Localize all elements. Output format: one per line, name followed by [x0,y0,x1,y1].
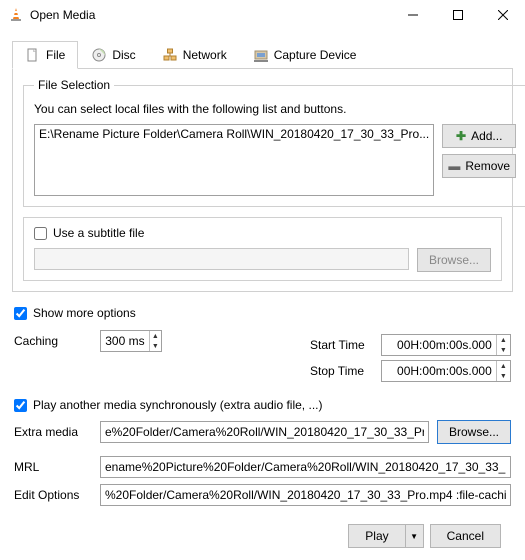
tab-network-label: Network [183,48,227,62]
start-time-label: Start Time [310,338,375,352]
minus-icon: ▬ [448,159,460,173]
file-icon [25,47,41,63]
file-selection-legend: File Selection [34,78,114,92]
subtitle-checkbox-label: Use a subtitle file [53,226,144,240]
stop-time-input[interactable] [382,364,496,378]
tab-disc-label: Disc [112,48,135,62]
stop-time-label: Stop Time [310,364,375,378]
file-list-item[interactable]: E:\Rename Picture Folder\Camera Roll\WIN… [39,127,429,141]
subtitle-browse-label: Browse... [429,253,479,267]
play-button[interactable]: Play [348,524,405,548]
spin-down-icon[interactable]: ▼ [150,341,161,351]
caching-label: Caching [14,334,92,348]
spin-up-icon[interactable]: ▲ [497,361,510,371]
show-more-checkbox-row[interactable]: Show more options [14,306,511,320]
subtitle-checkbox-row[interactable]: Use a subtitle file [34,226,491,240]
edit-options-label: Edit Options [14,488,92,502]
dialog-footer: Play ▼ Cancel [12,512,513,548]
tab-network[interactable]: Network [149,41,240,68]
add-button[interactable]: ✚ Add... [442,124,516,148]
caching-spinner[interactable]: ▲▼ [100,330,162,352]
sync-checkbox-label: Play another media synchronously (extra … [33,398,322,412]
cancel-button-label: Cancel [447,529,484,543]
network-icon [162,47,178,63]
titlebar: Open Media [0,0,525,30]
sync-checkbox[interactable] [14,399,27,412]
show-more-label: Show more options [33,306,136,320]
chevron-down-icon: ▼ [410,532,418,541]
tab-disc[interactable]: Disc [78,41,148,68]
remove-button-label: Remove [465,159,510,173]
tab-file[interactable]: File [12,41,78,69]
file-list[interactable]: E:\Rename Picture Folder\Camera Roll\WIN… [34,124,434,196]
extra-media-label: Extra media [14,425,92,439]
cancel-button[interactable]: Cancel [430,524,501,548]
tab-capture[interactable]: Capture Device [240,41,370,68]
stop-time-spinner[interactable]: ▲▼ [381,360,511,382]
tabs: File Disc Network Capture Device [12,41,513,69]
subtitle-path-input [34,248,409,270]
subtitle-group: Use a subtitle file Browse... [23,217,502,281]
mrl-input[interactable] [100,456,511,478]
spin-up-icon[interactable]: ▲ [150,331,161,341]
add-button-label: Add... [471,129,502,143]
plus-icon: ✚ [456,129,466,143]
extra-media-browse-label: Browse... [449,425,499,439]
file-selection-group: File Selection You can select local file… [23,78,525,207]
tab-panel: File Selection You can select local file… [12,68,513,292]
tab-capture-label: Capture Device [274,48,357,62]
caching-input[interactable] [101,334,149,348]
capture-icon [253,47,269,63]
extra-media-input[interactable] [100,421,429,443]
window-title: Open Media [30,8,390,22]
edit-options-input[interactable] [100,484,511,506]
play-split-button[interactable]: Play ▼ [348,524,423,548]
play-button-label: Play [365,529,388,543]
tab-file-label: File [46,48,65,62]
disc-icon [91,47,107,63]
show-more-checkbox[interactable] [14,307,27,320]
play-dropdown-button[interactable]: ▼ [406,524,424,548]
sync-checkbox-row[interactable]: Play another media synchronously (extra … [14,398,511,412]
subtitle-checkbox[interactable] [34,227,47,240]
start-time-input[interactable] [382,338,496,352]
start-time-spinner[interactable]: ▲▼ [381,334,511,356]
extra-media-browse-button[interactable]: Browse... [437,420,511,444]
spin-down-icon[interactable]: ▼ [497,371,510,381]
file-selection-hint: You can select local files with the foll… [34,102,516,116]
spin-up-icon[interactable]: ▲ [497,335,510,345]
minimize-button[interactable] [390,0,435,30]
close-button[interactable] [480,0,525,30]
maximize-button[interactable] [435,0,480,30]
mrl-label: MRL [14,460,92,474]
spin-down-icon[interactable]: ▼ [497,345,510,355]
app-icon [8,7,24,23]
remove-button[interactable]: ▬ Remove [442,154,516,178]
subtitle-browse-button: Browse... [417,248,491,272]
